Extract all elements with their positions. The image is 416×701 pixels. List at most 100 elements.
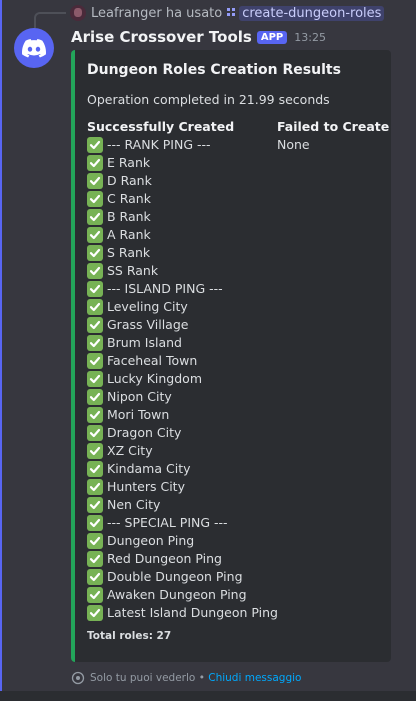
role-list-item: B Rank xyxy=(87,208,273,226)
check-mark-icon xyxy=(87,299,103,315)
discord-logo-icon xyxy=(22,38,46,57)
role-name: Double Dungeon Ping xyxy=(107,569,243,584)
user-avatar-small[interactable] xyxy=(70,5,86,21)
reply-username[interactable]: Leafranger xyxy=(91,6,162,21)
role-list-item: S Rank xyxy=(87,244,273,262)
role-name: A Rank xyxy=(107,227,151,242)
role-name: Brum Island xyxy=(107,335,182,350)
role-name: Nen City xyxy=(107,497,161,512)
check-mark-icon xyxy=(87,263,103,279)
check-mark-icon xyxy=(87,443,103,459)
message-header: Arise Crossover Tools APP 13:25 xyxy=(71,27,326,47)
role-list-item: XZ City xyxy=(87,442,273,460)
role-name: Dungeon Ping xyxy=(107,533,195,548)
role-list-item: Dungeon Ping xyxy=(87,532,273,550)
check-mark-icon xyxy=(87,335,103,351)
ephemeral-text: Solo tu puoi vederlo xyxy=(90,672,196,684)
check-mark-icon xyxy=(87,479,103,495)
reply-connector xyxy=(34,12,66,28)
role-name: Latest Island Dungeon Ping xyxy=(107,605,278,620)
role-name: Mori Town xyxy=(107,407,170,422)
role-list: --- RANK PING --- E Rank D Rank C Rank B Ran… xyxy=(87,136,278,622)
role-list-item: Lucky Kingdom xyxy=(87,370,273,388)
role-name: C Rank xyxy=(107,191,151,206)
check-mark-icon xyxy=(87,371,103,387)
failed-field-name: Failed to Create xyxy=(277,119,390,134)
eye-icon xyxy=(71,671,85,685)
role-name: B Rank xyxy=(107,209,151,224)
check-mark-icon xyxy=(87,497,103,513)
role-list-item: Double Dungeon Ping xyxy=(87,568,273,586)
role-name: Kindama City xyxy=(107,461,191,476)
role-list-item: Awaken Dungeon Ping xyxy=(87,586,273,604)
role-list-item: --- ISLAND PING --- xyxy=(87,280,273,298)
role-name: Awaken Dungeon Ping xyxy=(107,587,247,602)
check-mark-icon xyxy=(87,173,103,189)
reply-action: ha usato xyxy=(165,5,223,21)
check-mark-icon xyxy=(87,515,103,531)
failed-field-value: None xyxy=(277,137,310,152)
role-list-item: Leveling City xyxy=(87,298,273,316)
role-name: E Rank xyxy=(107,155,151,170)
check-mark-icon xyxy=(87,605,103,621)
check-mark-icon xyxy=(87,317,103,333)
check-mark-icon xyxy=(87,425,103,441)
role-list-item: Latest Island Dungeon Ping xyxy=(87,604,278,622)
embed-footer: Total roles: 27 xyxy=(87,630,172,642)
role-list-item: Mori Town xyxy=(87,406,273,424)
role-name: Hunters City xyxy=(107,479,185,494)
ephemeral-notice: Solo tu puoi vederlo • Chiudi messaggio xyxy=(71,670,301,686)
role-list-item: Nen City xyxy=(87,496,273,514)
check-mark-icon xyxy=(87,389,103,405)
role-name: Leveling City xyxy=(107,299,188,314)
check-mark-icon xyxy=(87,569,103,585)
slash-command-icon xyxy=(226,6,236,20)
check-mark-icon xyxy=(87,461,103,477)
bot-name[interactable]: Arise Crossover Tools xyxy=(71,28,252,46)
message-timestamp[interactable]: 13:25 xyxy=(294,31,326,44)
embed-title: Dungeon Roles Creation Results xyxy=(87,62,341,78)
check-mark-icon xyxy=(87,209,103,225)
check-mark-icon xyxy=(87,155,103,171)
role-list-item: E Rank xyxy=(87,154,273,172)
role-name: Nipon City xyxy=(107,389,172,404)
check-mark-icon xyxy=(87,551,103,567)
command-name[interactable]: create-dungeon-roles xyxy=(239,5,385,21)
result-embed: Dungeon Roles Creation Results Operation… xyxy=(71,50,391,662)
check-mark-icon xyxy=(87,281,103,297)
dismiss-message-link[interactable]: Chiudi messaggio xyxy=(208,672,301,684)
bot-avatar[interactable] xyxy=(14,28,54,68)
role-list-item: --- RANK PING --- xyxy=(87,136,273,154)
role-name: Dragon City xyxy=(107,425,182,440)
check-mark-icon xyxy=(87,245,103,261)
app-badge: APP xyxy=(256,30,288,44)
role-name: Red Dungeon Ping xyxy=(107,551,222,566)
success-field: Successfully Created --- RANK PING --- E … xyxy=(87,118,278,622)
role-list-item: Kindama City xyxy=(87,460,273,478)
role-name: --- SPECIAL PING --- xyxy=(107,515,228,530)
role-list-item: Red Dungeon Ping xyxy=(87,550,273,568)
role-list-item: C Rank xyxy=(87,190,273,208)
role-name: D Rank xyxy=(107,173,152,188)
role-name: XZ City xyxy=(107,443,153,458)
check-mark-icon xyxy=(87,407,103,423)
role-name: --- ISLAND PING --- xyxy=(107,281,223,296)
role-name: Lucky Kingdom xyxy=(107,371,202,386)
failed-field: Failed to Create None xyxy=(277,118,390,154)
check-mark-icon xyxy=(87,587,103,603)
role-list-item: Grass Village xyxy=(87,316,273,334)
role-list-item: --- SPECIAL PING --- xyxy=(87,514,273,532)
role-list-item: Faceheal Town xyxy=(87,352,273,370)
embed-accent-bar xyxy=(71,50,75,662)
check-mark-icon xyxy=(87,227,103,243)
embed-description: Operation completed in 21.99 seconds xyxy=(87,92,330,107)
role-name: --- RANK PING --- xyxy=(107,137,211,152)
highlight-bar xyxy=(0,0,2,701)
role-name: Faceheal Town xyxy=(107,353,198,368)
role-list-item: Hunters City xyxy=(87,478,273,496)
reply-context[interactable]: Leafranger ha usato create-dungeon-roles xyxy=(70,4,385,22)
role-name: S Rank xyxy=(107,245,151,260)
role-name: Grass Village xyxy=(107,317,189,332)
check-mark-icon xyxy=(87,353,103,369)
role-name: SS Rank xyxy=(107,263,159,278)
